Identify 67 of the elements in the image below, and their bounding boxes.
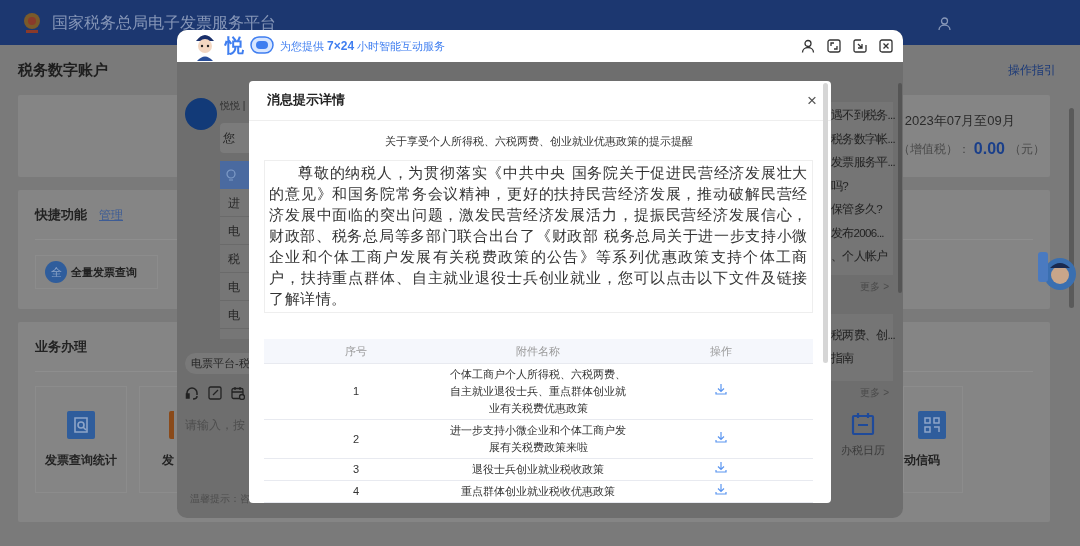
tile-label: 发 [162, 451, 174, 469]
question-item[interactable]: 遇不到税务... [831, 104, 893, 128]
attachment-name: 重点群体创业就业税收优惠政策 [461, 484, 616, 499]
table-cell: 4 [264, 480, 448, 503]
download-button[interactable] [715, 383, 728, 395]
page-title: 税务数字账户 [18, 59, 108, 80]
search-document-icon [72, 415, 90, 434]
close-button[interactable]: × [807, 92, 817, 109]
question-item[interactable]: 吗? [831, 174, 893, 198]
amount-unit: （元） [1009, 140, 1045, 158]
chat-bubble-icon [250, 36, 274, 56]
section-title: 业务办理 [35, 337, 87, 356]
function-label: 全量发票查询 [71, 264, 137, 280]
download-icon [715, 461, 728, 473]
amount-value: 0.00 [973, 138, 1005, 159]
function-badge: 全 [45, 261, 67, 283]
service-tagline: 为您提供 7×24 小时智能互动服务 [280, 38, 446, 55]
policy-item[interactable]: 税两费、创... [831, 323, 893, 347]
guide-link[interactable]: 操作指引 [1008, 61, 1056, 79]
service-tile[interactable]: 动信码 [903, 386, 963, 493]
column-header: 附件名称 [447, 338, 630, 364]
question-item[interactable]: 发布2006... [831, 221, 893, 245]
calendar-icon[interactable] [231, 385, 245, 400]
question-item[interactable]: 税务数字帐... [831, 127, 893, 151]
attachment-name: 个体工商户个人所得税、六税两费、自主就业退役士兵、重点群体创业就业有关税费优惠政策 [449, 367, 628, 416]
download-button[interactable] [715, 461, 728, 473]
notice-text: 尊敬的纳税人，为贯彻落实《中共中央 国务院关于促进民营经济发展壮大的意见》和国务院常务会议精神，更好的扶持民营经济发展，推动破解民营经济发展中面临的突出问题，激发民营经济发展活力，提振民营经济发展信心，财政部、税务总局等多部门联合出台了《财政部 税务总局关于进一步支持小微企业和个体工商户发展有关税费政策的公告》等系列优惠政策支持个体工商户，扶持重点群体、自主就业退役士兵创业就业，您可以点击以下文件及链接了解详情。 [264, 159, 813, 313]
expand-icon[interactable] [827, 39, 841, 53]
tile-icon [169, 410, 174, 439]
question-item[interactable]: 发票服务平... [831, 151, 893, 175]
download-button[interactable] [715, 430, 728, 443]
lightbulb-icon [226, 168, 236, 182]
edit-icon[interactable] [208, 385, 222, 400]
greeting-text: 您 [223, 130, 235, 147]
bot-avatar [185, 98, 217, 130]
tile-label: 发票查询统计 [45, 451, 117, 469]
download-icon [715, 430, 728, 443]
close-icon[interactable] [879, 39, 893, 53]
table-cell: 2 [264, 419, 448, 459]
service-tile[interactable]: 发票查询统计 [35, 386, 127, 493]
calendar-icon[interactable] [851, 411, 875, 436]
quick-function-item[interactable]: 全 全量发票查询 [35, 255, 158, 289]
question-item[interactable]: 保管多久? [831, 198, 893, 222]
attachment-name: 进一步支持小微企业和个体工商户发展有关税费政策来啦 [449, 423, 628, 455]
table-cell: 3 [264, 458, 448, 481]
table-cell: 1 [264, 363, 448, 420]
policy-item[interactable]: 指南 [831, 347, 893, 371]
download-icon [715, 383, 728, 395]
brand-logo: 悦 [225, 33, 244, 58]
notice-subtitle: 关于享受个人所得税、六税两费、创业就业优惠政策的提示提醒 [383, 134, 694, 149]
manage-link[interactable]: 管理 [99, 205, 123, 224]
headset-icon[interactable] [185, 385, 199, 400]
user-icon[interactable] [801, 39, 815, 53]
column-header: 操作 [629, 338, 813, 364]
scrollbar[interactable] [823, 83, 828, 363]
download-icon [715, 483, 728, 495]
qr-code-icon [923, 415, 941, 434]
export-icon[interactable] [853, 39, 867, 53]
download-button[interactable] [715, 483, 728, 495]
question-item[interactable]: 、个人帐户 [831, 245, 893, 269]
attachment-name: 退役士兵创业就业税收政策 [472, 462, 605, 477]
tile-label: 动信码 [904, 451, 940, 469]
platform-title: 国家税务总局电子发票服务平台 [52, 12, 276, 33]
section-title: 快捷功能 [35, 205, 87, 224]
period-text: 2023年07月至09月 [903, 112, 1015, 131]
dialog-title: 消息提示详情 [267, 92, 345, 110]
column-header: 序号 [264, 338, 448, 364]
